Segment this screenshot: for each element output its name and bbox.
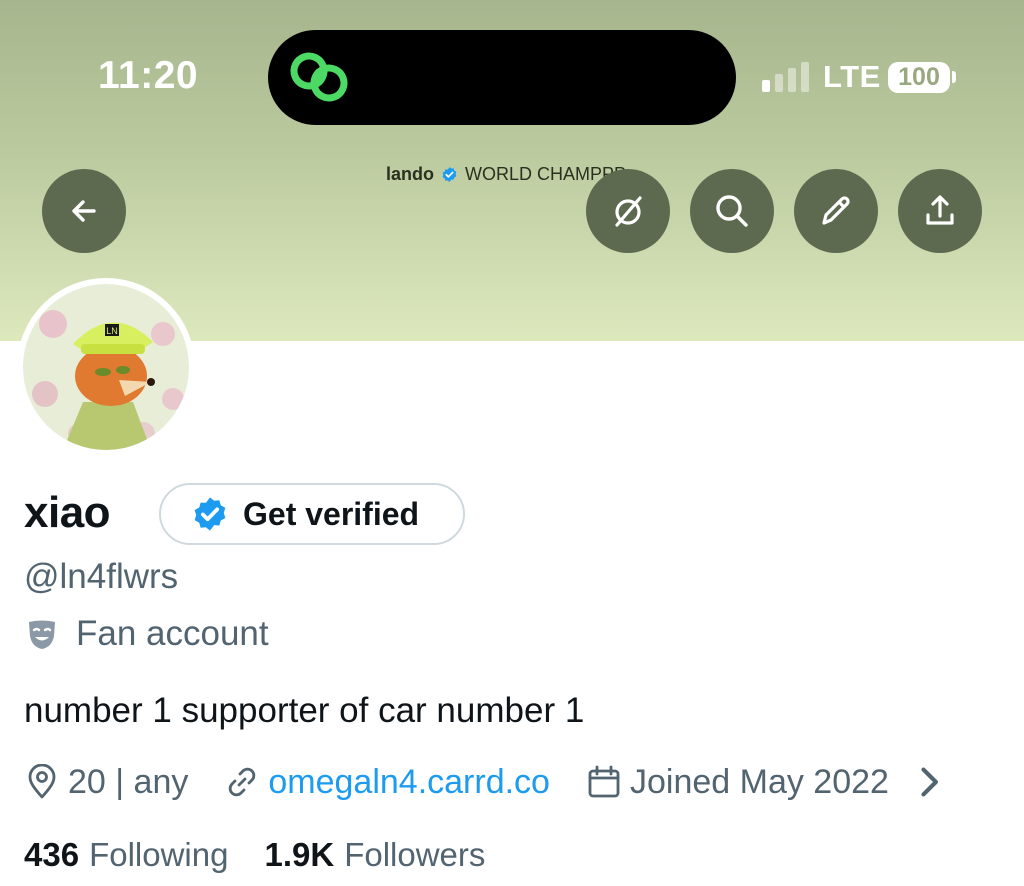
get-verified-label: Get verified xyxy=(243,495,420,532)
link-rings-icon xyxy=(290,52,348,102)
verified-badge-icon xyxy=(194,497,226,531)
profile-handle: @ln4flwrs xyxy=(24,557,179,596)
location-text: 20 | any xyxy=(68,762,189,801)
link-icon xyxy=(229,767,256,797)
following-count[interactable]: 436 xyxy=(24,836,79,874)
back-button[interactable] xyxy=(42,169,126,253)
account-label: Fan account xyxy=(24,614,269,654)
website-link[interactable]: omegaln4.carrd.co xyxy=(268,763,550,802)
edit-pencil-icon xyxy=(822,196,850,225)
grok-icon xyxy=(615,196,642,227)
display-name: xiao xyxy=(24,488,111,537)
joined-text: Joined May 2022 xyxy=(629,762,889,801)
location-pin-icon xyxy=(28,764,56,799)
search-button[interactable] xyxy=(690,169,774,253)
profile-screen: 11:20 LTE 100 lando WORLD CHAMPPP LN xia… xyxy=(0,0,1024,886)
following-label[interactable]: Following xyxy=(89,836,228,874)
follow-stats: 436 Following 1.9K Followers xyxy=(24,836,485,874)
share-icon xyxy=(926,195,954,225)
profile-meta-row: 20 | any omegaln4.carrd.co Joined May 20… xyxy=(24,762,947,802)
header-mini-name: lando xyxy=(386,163,434,184)
cell-signal-icon xyxy=(762,62,809,92)
avatar-badge-text: LN xyxy=(106,326,118,336)
grok-button[interactable] xyxy=(586,169,670,253)
get-verified-button[interactable]: Get verified xyxy=(159,483,465,545)
location-item: 20 | any xyxy=(24,763,188,802)
avatar: LN xyxy=(23,284,189,450)
theater-mask-icon xyxy=(29,620,55,649)
search-icon xyxy=(716,195,748,227)
edit-button[interactable] xyxy=(794,169,878,253)
account-label-text: Fan account xyxy=(76,614,269,653)
avatar-frame[interactable]: LN xyxy=(17,278,195,456)
profile-bio: number 1 supporter of car number 1 xyxy=(24,691,585,730)
joined-item[interactable]: Joined May 2022 xyxy=(586,763,947,802)
website-item[interactable]: omegaln4.carrd.co xyxy=(224,763,550,802)
followers-count[interactable]: 1.9K xyxy=(264,836,334,874)
followers-label[interactable]: Followers xyxy=(344,836,485,874)
battery-tip xyxy=(952,71,956,83)
status-time: 11:20 xyxy=(98,54,199,97)
verified-badge-icon xyxy=(442,166,457,182)
calendar-icon xyxy=(588,765,620,798)
header-mini-title: lando WORLD CHAMPPP xyxy=(386,162,626,186)
back-arrow-icon xyxy=(72,200,96,222)
battery-indicator: 100 xyxy=(888,62,950,93)
share-button[interactable] xyxy=(898,169,982,253)
network-type: LTE xyxy=(823,59,881,94)
chevron-right-icon xyxy=(921,767,938,797)
